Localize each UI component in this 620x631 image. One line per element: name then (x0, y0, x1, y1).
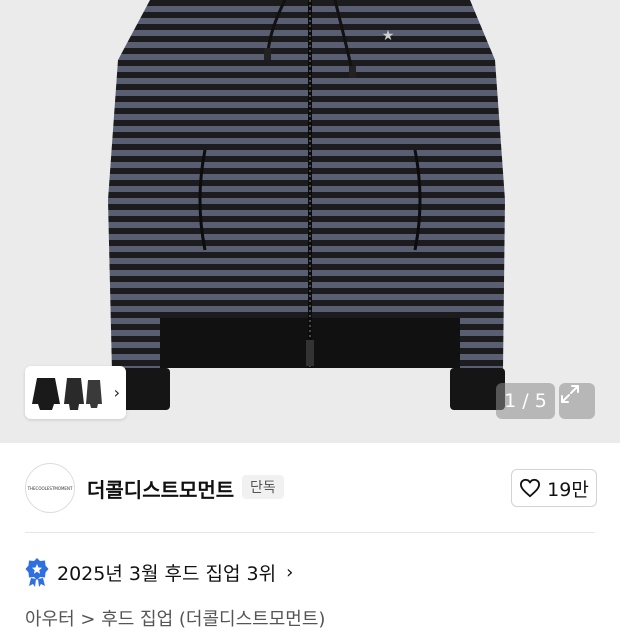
like-count: 19만 (547, 478, 589, 501)
like-button[interactable]: 19만 (511, 469, 597, 507)
thumbnail-strip[interactable]: › (25, 366, 126, 419)
ranking-medal-icon (25, 558, 49, 587)
thumbnail-1[interactable] (31, 374, 61, 412)
thumbnail-3[interactable] (85, 374, 103, 412)
product-image-gallery[interactable]: ★ › 1 / 5 (0, 0, 620, 443)
expand-icon (561, 385, 579, 403)
ranking-link[interactable]: 2025년 3월 후드 집업 3위 › (25, 556, 293, 588)
shop-logo[interactable]: THECOOLESTMOMENT (25, 463, 75, 513)
exclusive-badge: 단독 (242, 475, 284, 499)
breadcrumb[interactable]: 아우터 > 후드 집업 (더콜디스트모먼트) (25, 605, 325, 631)
chevron-right-icon[interactable]: › (114, 383, 120, 402)
ranking-text: 2025년 3월 후드 집업 3위 (57, 562, 277, 585)
shop-name[interactable]: 더콜디스트모먼트 (87, 474, 234, 503)
thumbnail-2[interactable] (63, 374, 85, 412)
chevron-right-icon: › (286, 561, 294, 583)
heart-icon (520, 478, 541, 498)
expand-button[interactable] (559, 383, 595, 419)
star-emblem: ★ (382, 28, 395, 44)
divider (25, 532, 595, 533)
image-counter: 1 / 5 (496, 383, 555, 419)
